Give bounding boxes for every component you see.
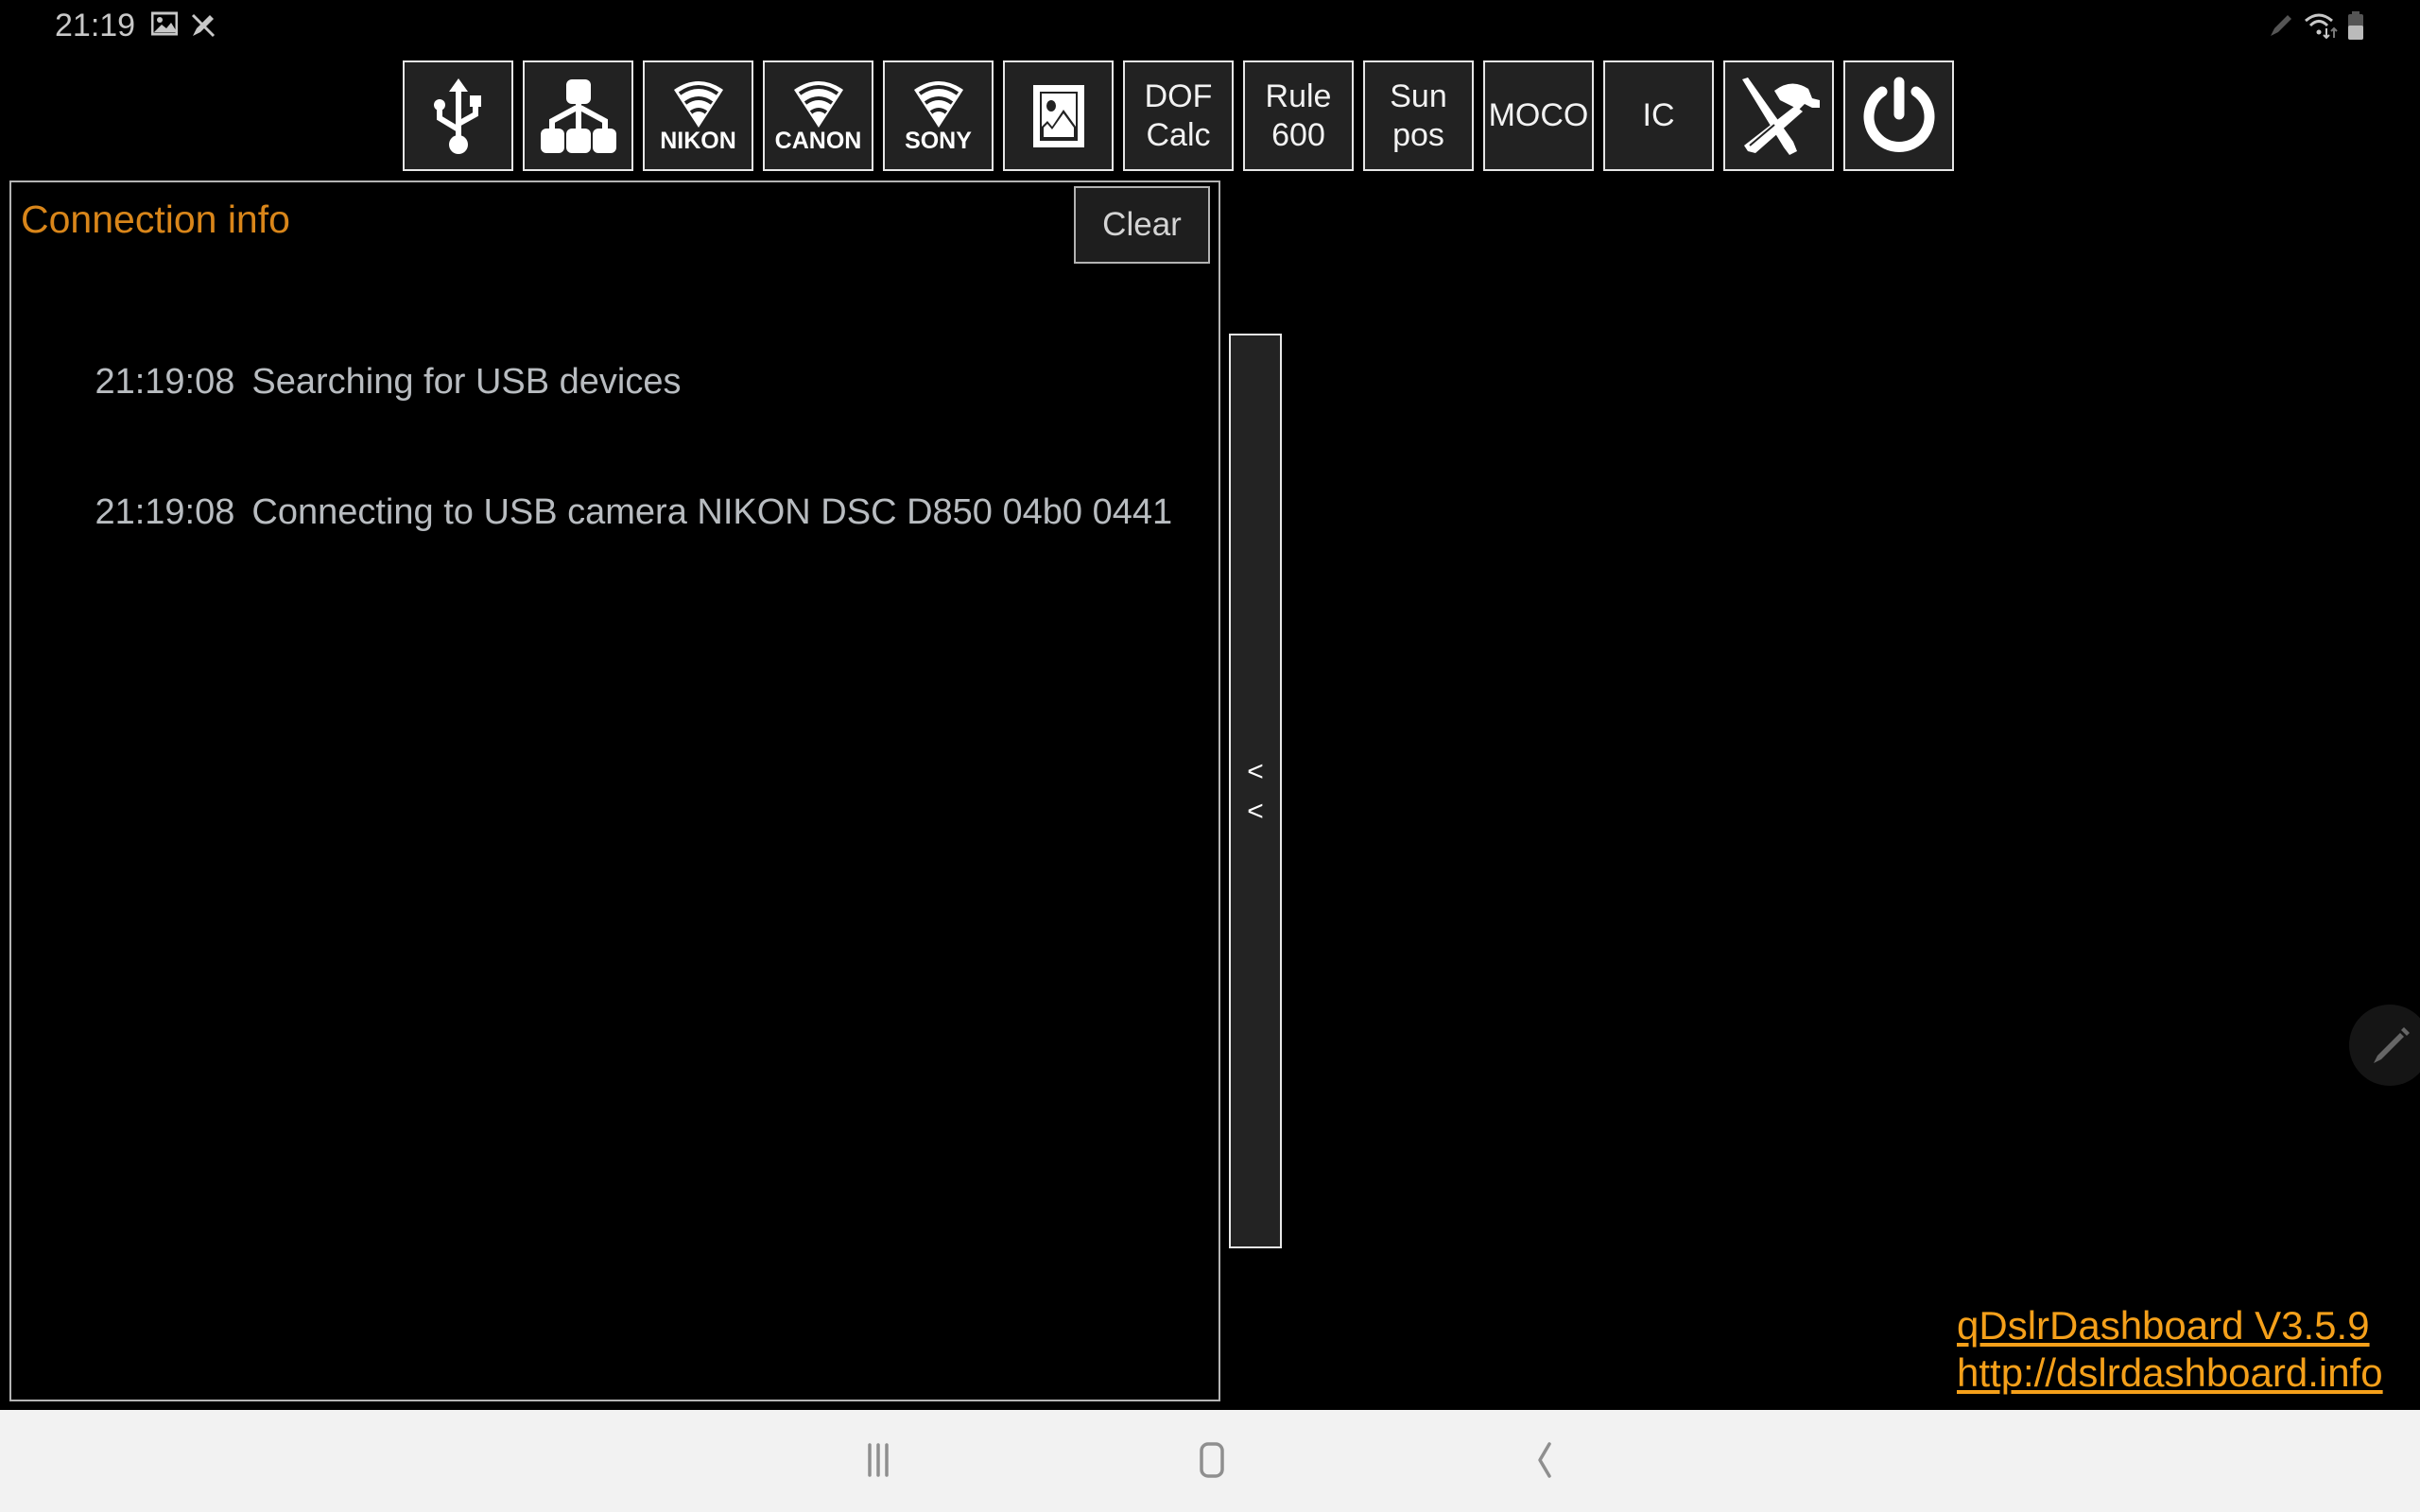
clear-button[interactable]: Clear <box>1074 186 1210 264</box>
usb-icon <box>430 77 487 156</box>
tools-button[interactable] <box>1723 60 1834 171</box>
canon-label: CANON <box>774 127 862 154</box>
usb-button[interactable] <box>403 60 513 171</box>
navigation-bar <box>0 1410 2420 1512</box>
power-icon <box>1861 77 1937 156</box>
log-timestamp: 21:19:08 <box>95 492 235 532</box>
wifi-icon <box>912 78 965 128</box>
gallery-button[interactable] <box>1003 60 1114 171</box>
network-button[interactable] <box>523 60 633 171</box>
sun-pos-button[interactable]: Sun pos <box>1363 60 1474 171</box>
screen: 21:19 NIKON CANON SONY DOF Calc Rule 600… <box>0 0 2420 1512</box>
rule-600-button[interactable]: Rule 600 <box>1243 60 1354 171</box>
wifi-icon <box>792 78 845 128</box>
tools-icon <box>1737 76 1822 157</box>
connection-info-panel: Connection info Clear 21:19:08 Searching … <box>9 180 1220 1401</box>
back-icon <box>1527 1441 1564 1484</box>
canon-wifi-button[interactable]: CANON <box>763 60 873 171</box>
panel-collapse-handle[interactable]: < < <box>1229 334 1282 1248</box>
image-icon <box>1031 83 1086 149</box>
nikon-wifi-button[interactable]: NIKON <box>643 60 753 171</box>
pencil-icon <box>2370 1025 2411 1072</box>
website-link[interactable]: http://dslrdashboard.info <box>1957 1349 2383 1397</box>
log-timestamp: 21:19:08 <box>95 362 235 402</box>
rule-600-label: Rule 600 <box>1265 77 1332 153</box>
log-message: Connecting to USB camera NIKON DSC D850 … <box>251 492 1173 532</box>
no-pen-icon <box>189 11 217 40</box>
wifi-icon <box>672 78 725 128</box>
status-time: 21:19 <box>55 8 136 43</box>
log-entry: 21:19:08 Connecting to USB camera NIKON D… <box>15 447 1172 577</box>
wifi-icon <box>2304 11 2338 44</box>
sun-pos-label: Sun pos <box>1390 77 1447 153</box>
image-notification-icon <box>150 11 180 40</box>
dof-calc-button[interactable]: DOF Calc <box>1123 60 1234 171</box>
panel-title: Connection info <box>21 198 290 241</box>
nikon-label: NIKON <box>660 127 736 154</box>
connection-log: 21:19:08 Searching for USB devices 21:19:… <box>15 317 1172 577</box>
chevron-left-icon: < <box>1247 756 1264 787</box>
network-icon <box>539 78 618 153</box>
dof-calc-label: DOF Calc <box>1144 77 1213 153</box>
log-entry: 21:19:08 Searching for USB devices <box>15 317 1172 447</box>
status-bar: 21:19 <box>0 0 2420 53</box>
moco-label: MOCO <box>1488 97 1589 133</box>
recents-button[interactable] <box>843 1429 919 1495</box>
battery-icon <box>2347 11 2364 44</box>
ic-button[interactable]: IC <box>1603 60 1714 171</box>
sony-wifi-button[interactable]: SONY <box>883 60 994 171</box>
toolbar: NIKON CANON SONY DOF Calc Rule 600 Sun p… <box>403 60 1954 171</box>
home-icon <box>1194 1441 1232 1484</box>
power-button[interactable] <box>1843 60 1954 171</box>
edge-panel-button[interactable] <box>2349 1005 2420 1086</box>
ic-label: IC <box>1642 97 1675 133</box>
moco-button[interactable]: MOCO <box>1483 60 1594 171</box>
home-button[interactable] <box>1175 1429 1251 1495</box>
sony-label: SONY <box>905 127 972 154</box>
log-message: Searching for USB devices <box>251 362 682 402</box>
pen-icon <box>2269 11 2295 43</box>
chevron-left-icon: < <box>1247 796 1264 827</box>
version-link[interactable]: qDslrDashboard V3.5.9 <box>1957 1302 2383 1349</box>
back-button[interactable] <box>1508 1429 1583 1495</box>
app-info-links: qDslrDashboard V3.5.9 http://dslrdashboa… <box>1957 1302 2383 1397</box>
recents-icon <box>862 1441 900 1484</box>
